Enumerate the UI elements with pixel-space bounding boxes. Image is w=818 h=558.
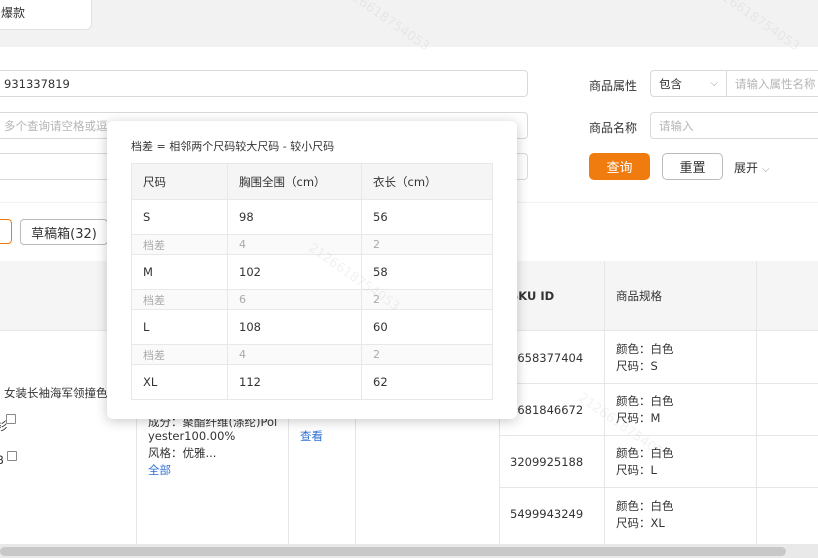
attr-all-link[interactable]: 全部 <box>148 462 171 479</box>
spec-header: 商品规格 <box>616 289 662 303</box>
chevron-down-icon: ⌵ <box>761 164 770 175</box>
size-row: S 98 56 <box>131 199 493 235</box>
size-cell: L <box>131 309 228 345</box>
reset-button[interactable]: 重置 <box>662 153 723 180</box>
attr-select[interactable]: 包含 ⌵ <box>650 70 727 97</box>
length-diff: 2 <box>361 289 493 310</box>
expand-button-label: 展开 <box>734 161 759 175</box>
product-name-input[interactable]: 请输入 <box>650 112 818 139</box>
sku-id: 3658377404 <box>510 351 584 365</box>
length-cell: 56 <box>361 199 493 235</box>
top-tab[interactable]: 爆款 <box>0 0 92 30</box>
size-row: M 102 58 <box>131 254 493 290</box>
copy-icon[interactable] <box>5 413 16 424</box>
tab-draft-label: 草稿箱(32) <box>31 226 97 242</box>
row-divider <box>499 435 818 436</box>
product-name-placeholder: 请输入 <box>659 118 694 133</box>
size-chart-table: 尺码 胸围全围（cm） 衣长（cm） S 98 56 档差 4 2 M 102 … <box>131 163 493 400</box>
sku-id: 5499943249 <box>510 507 584 521</box>
spec-size: 尺码：XL <box>616 516 665 530</box>
chest-cell: 108 <box>227 309 362 345</box>
multi-query-placeholder: 多个查询请空格或逗 <box>4 118 108 133</box>
chest-col-header: 胸围全围（cm） <box>227 163 362 200</box>
chest-diff: 6 <box>227 289 362 310</box>
product-title[interactable]: 女装长袖海军领撞色 <box>4 385 108 402</box>
spec-color: 颜色：白色 <box>616 342 674 356</box>
spec-size: 尺码：L <box>616 463 657 477</box>
length-cell: 60 <box>361 309 493 345</box>
spec-color: 颜色：白色 <box>616 394 674 408</box>
size-cell: S <box>131 199 228 235</box>
spec-color: 颜色：白色 <box>616 499 674 513</box>
col-divider <box>604 261 605 558</box>
spec-size: 尺码：M <box>616 411 661 425</box>
product-meta-1: 衫 <box>0 413 16 435</box>
size-chart-title: 档差 = 相邻两个尺码较大尺码 - 较小尺码 <box>131 140 335 153</box>
length-diff: 2 <box>361 344 493 365</box>
copy-icon[interactable] <box>6 450 17 461</box>
attr-name-input[interactable]: 请输入属性名称 <box>726 70 818 97</box>
sku-id: 3681846672 <box>510 403 584 417</box>
size-chart-popup: 档差 = 相邻两个尺码较大尺码 - 较小尺码 尺码 胸围全围（cm） 衣长（cm… <box>107 121 517 419</box>
query-button-label: 查询 <box>606 161 633 176</box>
row-divider <box>499 487 818 488</box>
name-label: 商品名称 <box>589 121 638 135</box>
chest-diff: 4 <box>227 234 362 255</box>
attr-style: 风格：优雅... <box>148 446 217 460</box>
chest-cell: 102 <box>227 254 362 290</box>
length-cell: 58 <box>361 254 493 290</box>
chest-diff: 4 <box>227 344 362 365</box>
size-cell: XL <box>131 364 228 400</box>
scrollbar-thumb[interactable] <box>0 547 786 556</box>
product-id-input[interactable]: 931337819 <box>0 70 528 97</box>
attr-label: 商品属性 <box>589 79 638 93</box>
size-col-header: 尺码 <box>131 163 228 200</box>
tab-draft[interactable]: 草稿箱(32) <box>20 219 108 245</box>
chevron-down-icon: ⌵ <box>710 78 718 89</box>
sku-id: 3209925188 <box>510 455 584 469</box>
top-tab-label: 爆款 <box>1 5 26 20</box>
length-col-header: 衣长（cm） <box>361 163 493 200</box>
diff-label: 档差 <box>131 234 228 255</box>
attr-material-cont: yester100.00% <box>148 429 236 443</box>
chest-cell: 98 <box>227 199 362 235</box>
horizontal-scrollbar[interactable] <box>0 544 818 558</box>
diff-label: 档差 <box>131 289 228 310</box>
length-diff: 2 <box>361 234 493 255</box>
row-divider <box>499 383 818 384</box>
query-button[interactable]: 查询 <box>589 153 650 180</box>
size-row: L 108 60 <box>131 309 493 345</box>
attr-name-placeholder: 请输入属性名称 <box>735 76 816 91</box>
size-chart-header-row: 尺码 胸围全围（cm） 衣长（cm） <box>131 163 493 200</box>
product-id-value: 931337819 <box>4 76 70 91</box>
product-meta-2: B <box>0 450 17 469</box>
attr-select-value: 包含 <box>659 76 682 91</box>
diff-row: 档差 6 2 <box>131 289 493 310</box>
reset-button-label: 重置 <box>679 161 706 176</box>
size-cell: M <box>131 254 228 290</box>
tab-active[interactable] <box>0 219 12 244</box>
col-divider <box>756 261 757 558</box>
diff-label: 档差 <box>131 344 228 365</box>
spec-color: 颜色：白色 <box>616 446 674 460</box>
diff-row: 档差 4 2 <box>131 344 493 365</box>
length-cell: 62 <box>361 364 493 400</box>
diff-row: 档差 4 2 <box>131 234 493 255</box>
view-link[interactable]: 查看 <box>300 428 323 445</box>
size-row: XL 112 62 <box>131 364 493 400</box>
expand-button[interactable]: 展开 ⌵ <box>734 159 769 176</box>
spec-size: 尺码：S <box>616 359 658 373</box>
chest-cell: 112 <box>227 364 362 400</box>
